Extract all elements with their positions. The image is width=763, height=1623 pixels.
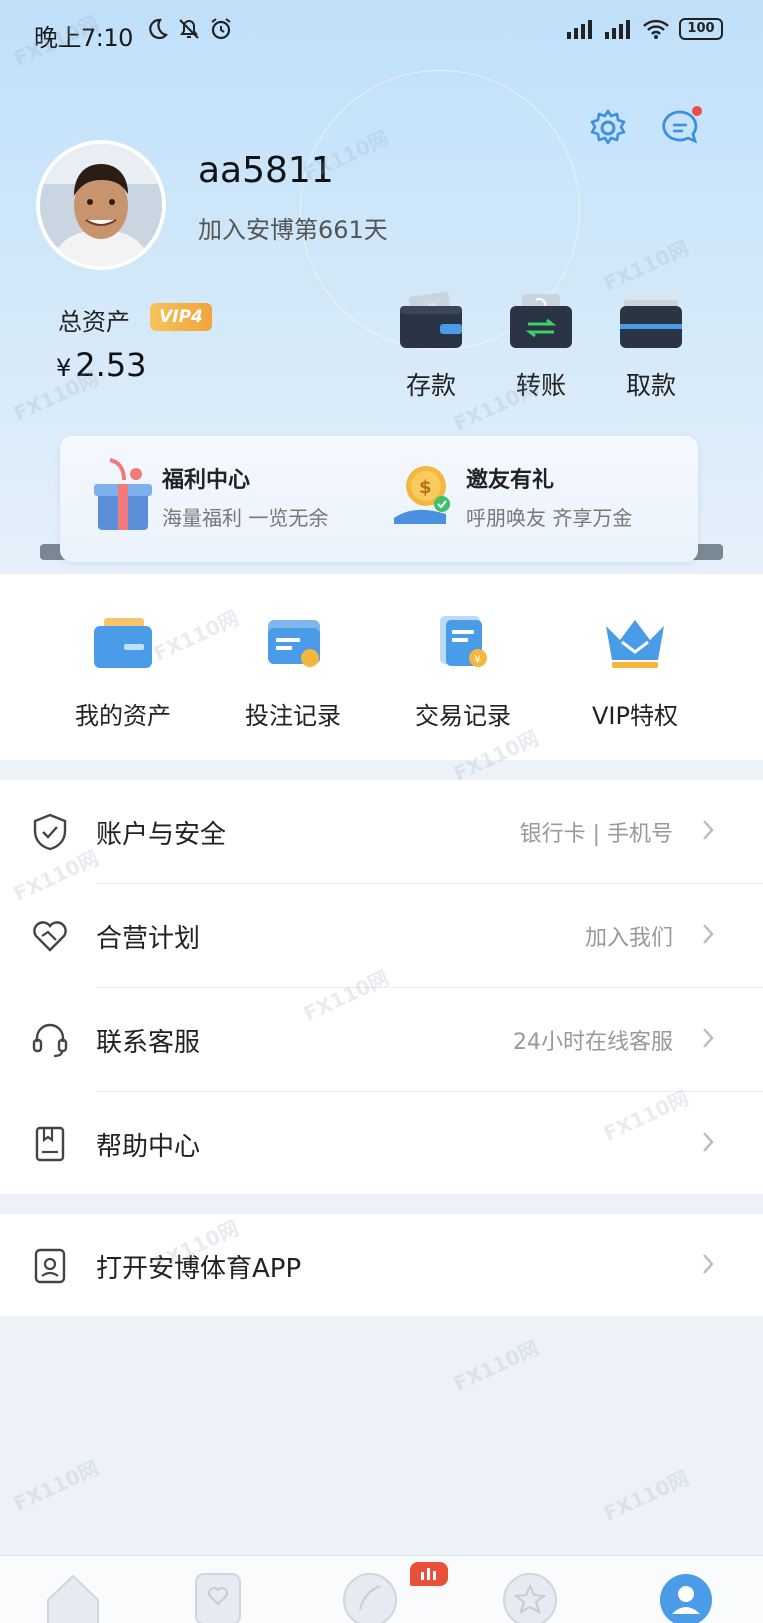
status-time: 晚上7:10: [34, 24, 133, 52]
bottom-navigation: [0, 1555, 763, 1623]
menu-item-subtitle: 24小时在线客服: [513, 1030, 673, 1055]
menu-item-subtitle: 加入我们: [584, 926, 673, 951]
chevron-right-icon: [703, 1132, 714, 1152]
settings-button[interactable]: [588, 108, 628, 152]
shield-icon: [33, 813, 67, 851]
menu-item-help-center[interactable]: 帮助中心: [0, 1092, 763, 1196]
svg-text:¥: ¥: [474, 653, 481, 666]
menu-item-account-security[interactable]: 账户与安全 银行卡 | 手机号: [0, 780, 763, 884]
total-assets-label: 总资产: [58, 308, 130, 336]
app-icon: [34, 1248, 66, 1284]
wallet-withdraw-icon: [620, 294, 682, 348]
transaction-record-icon: ¥: [440, 616, 487, 667]
signal-icon-2: [605, 20, 630, 39]
withdraw-label: 取款: [625, 371, 676, 400]
my-assets-label: 我的资产: [75, 702, 171, 730]
menu-item-title: 帮助中心: [96, 1132, 201, 1162]
avatar[interactable]: [36, 140, 166, 270]
crown-icon: [606, 620, 664, 668]
user-profile-icon: [660, 1574, 712, 1623]
bar-chart-icon: [421, 1568, 436, 1580]
feather-ball-icon: [343, 1573, 397, 1623]
chevron-right-icon: [703, 1254, 714, 1274]
menu-item-title: 合营计划: [96, 924, 201, 954]
transaction-records-button[interactable]: ¥ 交易记录: [388, 612, 538, 731]
watermark: FX110网: [449, 1335, 543, 1396]
bet-records-button[interactable]: 投注记录: [218, 612, 368, 731]
avatar-photo: [40, 144, 162, 266]
mute-bell-icon: [179, 19, 199, 39]
open-app-button[interactable]: 打开安博体育APP: [0, 1214, 763, 1318]
gear-icon: [590, 109, 626, 145]
menu-item-title: 账户与安全: [96, 820, 227, 850]
nav-sports[interactable]: [340, 1570, 400, 1623]
wallet-deposit-icon: ¥: [400, 291, 462, 348]
moon-icon: [149, 18, 169, 40]
menu-item-partner-plan[interactable]: 合营计划 加入我们: [0, 884, 763, 988]
nav-activities[interactable]: [500, 1570, 560, 1623]
vip-badge[interactable]: VIP4: [150, 303, 212, 331]
chevron-right-icon: [703, 1028, 714, 1048]
menu-item-customer-service[interactable]: 联系客服 24小时在线客服: [0, 988, 763, 1092]
chevron-right-icon: [703, 924, 714, 944]
transfer-label: 转账: [515, 371, 566, 400]
heart-card-icon: [195, 1573, 241, 1623]
currency-symbol: ¥: [56, 354, 72, 382]
wifi-icon: [643, 19, 669, 39]
nav-badge: [410, 1562, 448, 1586]
quick-links: 我的资产 投注记录 ¥ 交易记录 VIP特权: [0, 574, 763, 760]
book-icon: [35, 1126, 65, 1162]
vip-privileges-button[interactable]: VIP特权: [560, 612, 710, 731]
nav-favorites[interactable]: [190, 1570, 246, 1623]
menu-item-subtitle: 银行卡 | 手机号: [519, 822, 673, 847]
menu-item-title: 联系客服: [96, 1028, 201, 1058]
nav-home[interactable]: [38, 1570, 108, 1623]
welfare-center-subtitle: 海量福利 一览无余: [162, 505, 329, 530]
vip-privileges-label: VIP特权: [592, 702, 678, 730]
home-icon: [47, 1574, 99, 1623]
app-link-section: 打开安博体育APP: [0, 1214, 763, 1316]
card-icon: [94, 618, 152, 668]
bet-record-icon: [268, 620, 320, 667]
headset-icon: [32, 1023, 68, 1058]
transaction-records-label: 交易记录: [415, 702, 511, 730]
balance-value: 2.53: [75, 346, 147, 384]
invite-friends-title: 邀友有礼: [466, 467, 555, 493]
star-badge-icon: [503, 1573, 557, 1623]
join-days-text: 加入安博第661天: [198, 216, 388, 244]
username: aa5811: [198, 150, 334, 191]
deposit-button[interactable]: ¥ 存款: [386, 291, 476, 402]
open-app-title: 打开安博体育APP: [96, 1254, 302, 1284]
welfare-center-title: 福利中心: [162, 467, 251, 493]
deposit-label: 存款: [405, 371, 456, 400]
watermark: FX110网: [599, 1465, 693, 1526]
svg-text:$: $: [419, 477, 432, 498]
withdraw-button[interactable]: 取款: [606, 292, 696, 402]
chevron-right-icon: [703, 820, 714, 840]
my-assets-button[interactable]: 我的资产: [48, 612, 198, 731]
watermark: FX110网: [9, 1455, 103, 1516]
notification-dot: [692, 106, 702, 116]
settings-menu: 账户与安全 银行卡 | 手机号 合营计划 加入我们 联系客服 24小时在线客服 …: [0, 780, 763, 1194]
coin-hand-icon: $: [394, 466, 450, 524]
battery-indicator: 100: [679, 18, 723, 40]
balance: ¥2.53: [56, 346, 147, 384]
wallet-transfer-icon: [510, 294, 572, 348]
messages-button[interactable]: [660, 106, 702, 152]
alarm-icon: [211, 18, 231, 40]
transfer-button[interactable]: 转账: [496, 292, 586, 402]
nav-profile[interactable]: [656, 1570, 716, 1623]
heart-handshake-icon: [33, 921, 67, 952]
invite-friends-link[interactable]: $ 邀友有礼 呼朋唤友 齐享万金: [390, 456, 632, 536]
welfare-center-link[interactable]: 福利中心 海量福利 一览无余: [90, 456, 328, 536]
bet-records-label: 投注记录: [245, 702, 341, 730]
invite-friends-subtitle: 呼朋唤友 齐享万金: [466, 505, 633, 530]
gift-icon: [94, 458, 152, 530]
signal-icon: [567, 20, 592, 39]
status-bar: 晚上7:10 100: [0, 0, 763, 66]
promo-card: 福利中心 海量福利 一览无余 $ 邀友有礼 呼朋唤友 齐享万金: [60, 436, 698, 562]
